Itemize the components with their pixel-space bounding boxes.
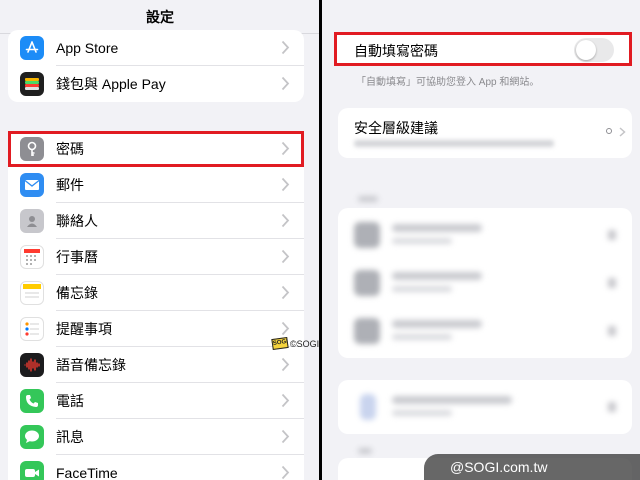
settings-item-label: 提醒事項 [56, 321, 112, 337]
sogi-badge: SOGI [271, 336, 289, 351]
autofill-highlight-box [334, 32, 632, 66]
chevron-right-icon [281, 321, 290, 336]
settings-title: 設定 [0, 0, 320, 34]
settings-group-store: App Store 錢包與 Apple Pay [8, 30, 304, 102]
chevron-right-icon [281, 357, 290, 372]
settings-item-label: 備忘錄 [56, 285, 98, 301]
chevron-right-icon [281, 76, 290, 91]
chevron-right-icon [281, 285, 290, 300]
calendar-icon [20, 245, 44, 269]
settings-item-reminders[interactable]: 提醒事項 [8, 311, 304, 347]
sogi-watermark: @SOGI.com.tw [424, 454, 640, 480]
settings-item-label: 行事曆 [56, 249, 98, 265]
settings-item-contacts[interactable]: 聯絡人 [8, 203, 304, 239]
chevron-right-icon [281, 177, 290, 192]
chevron-right-icon [281, 249, 290, 264]
section-header-blurred [358, 448, 372, 454]
notes-icon [20, 281, 44, 305]
settings-item-label: FaceTime [56, 465, 118, 480]
security-title: 安全層級建議 [354, 120, 438, 136]
autofill-footer: 「自動填寫」可協助您登入 App 和網站。 [356, 77, 540, 88]
sogi-watermark-text: ©SOGI.com.tw [290, 338, 320, 349]
settings-item-label: 郵件 [56, 177, 84, 193]
chevron-right-icon [281, 393, 290, 408]
passwords-highlight-box [8, 131, 304, 167]
badge-dot [606, 128, 612, 134]
settings-item-voice-memos[interactable]: 語音備忘錄 [8, 347, 304, 383]
password-entry-row[interactable] [338, 308, 632, 354]
reminders-icon [20, 317, 44, 341]
phone-icon [20, 389, 44, 413]
settings-item-facetime[interactable]: FaceTime [8, 455, 304, 480]
settings-item-label: 錢包與 Apple Pay [56, 76, 166, 92]
password-entry-row[interactable] [338, 384, 632, 430]
settings-item-label: 電話 [56, 393, 84, 409]
settings-item-notes[interactable]: 備忘錄 [8, 275, 304, 311]
contacts-icon [20, 209, 44, 233]
chevron-right-icon [281, 40, 290, 55]
settings-item-calendar[interactable]: 行事曆 [8, 239, 304, 275]
wallet-icon [20, 72, 44, 96]
settings-item-label: App Store [56, 40, 119, 56]
security-subtitle-blurred [354, 140, 554, 147]
settings-item-label: 訊息 [56, 429, 84, 445]
messages-icon [20, 425, 44, 449]
settings-pane: 設定 App Store 錢包與 Apple Pay 密碼 郵件 聯絡人 行事曆… [0, 0, 320, 480]
passwords-pane: 自動填寫密碼 「自動填寫」可協助您登入 App 和網站。 安全層級建議 [322, 0, 640, 480]
security-recommendations-card[interactable]: 安全層級建議 [338, 108, 632, 158]
mail-icon [20, 173, 44, 197]
chevron-right-icon [281, 429, 290, 444]
password-list-group-1 [338, 208, 632, 358]
app-store-icon [20, 36, 44, 60]
chevron-right-icon [281, 465, 290, 480]
password-list-group-2 [338, 380, 632, 434]
settings-item-wallet[interactable]: 錢包與 Apple Pay [8, 66, 304, 102]
password-entry-row[interactable] [338, 212, 632, 258]
chevron-right-icon [281, 213, 290, 228]
facetime-icon [20, 461, 44, 480]
voice-memos-icon [20, 353, 44, 377]
settings-item-messages[interactable]: 訊息 [8, 419, 304, 455]
settings-item-label: 聯絡人 [56, 213, 98, 229]
settings-item-mail[interactable]: 郵件 [8, 167, 304, 203]
password-entry-row[interactable] [338, 260, 632, 306]
settings-item-app-store[interactable]: App Store [8, 30, 304, 66]
settings-item-phone[interactable]: 電話 [8, 383, 304, 419]
settings-group-apps: 密碼 郵件 聯絡人 行事曆 備忘錄 提醒事項 語音備忘錄 電話 訊息 FaceT… [8, 131, 304, 480]
section-header-blurred [358, 196, 378, 202]
sogi-watermark-small: SOGI ©SOGI.com.tw [271, 336, 320, 351]
settings-item-label: 語音備忘錄 [56, 357, 126, 373]
chevron-right-icon [619, 127, 626, 137]
